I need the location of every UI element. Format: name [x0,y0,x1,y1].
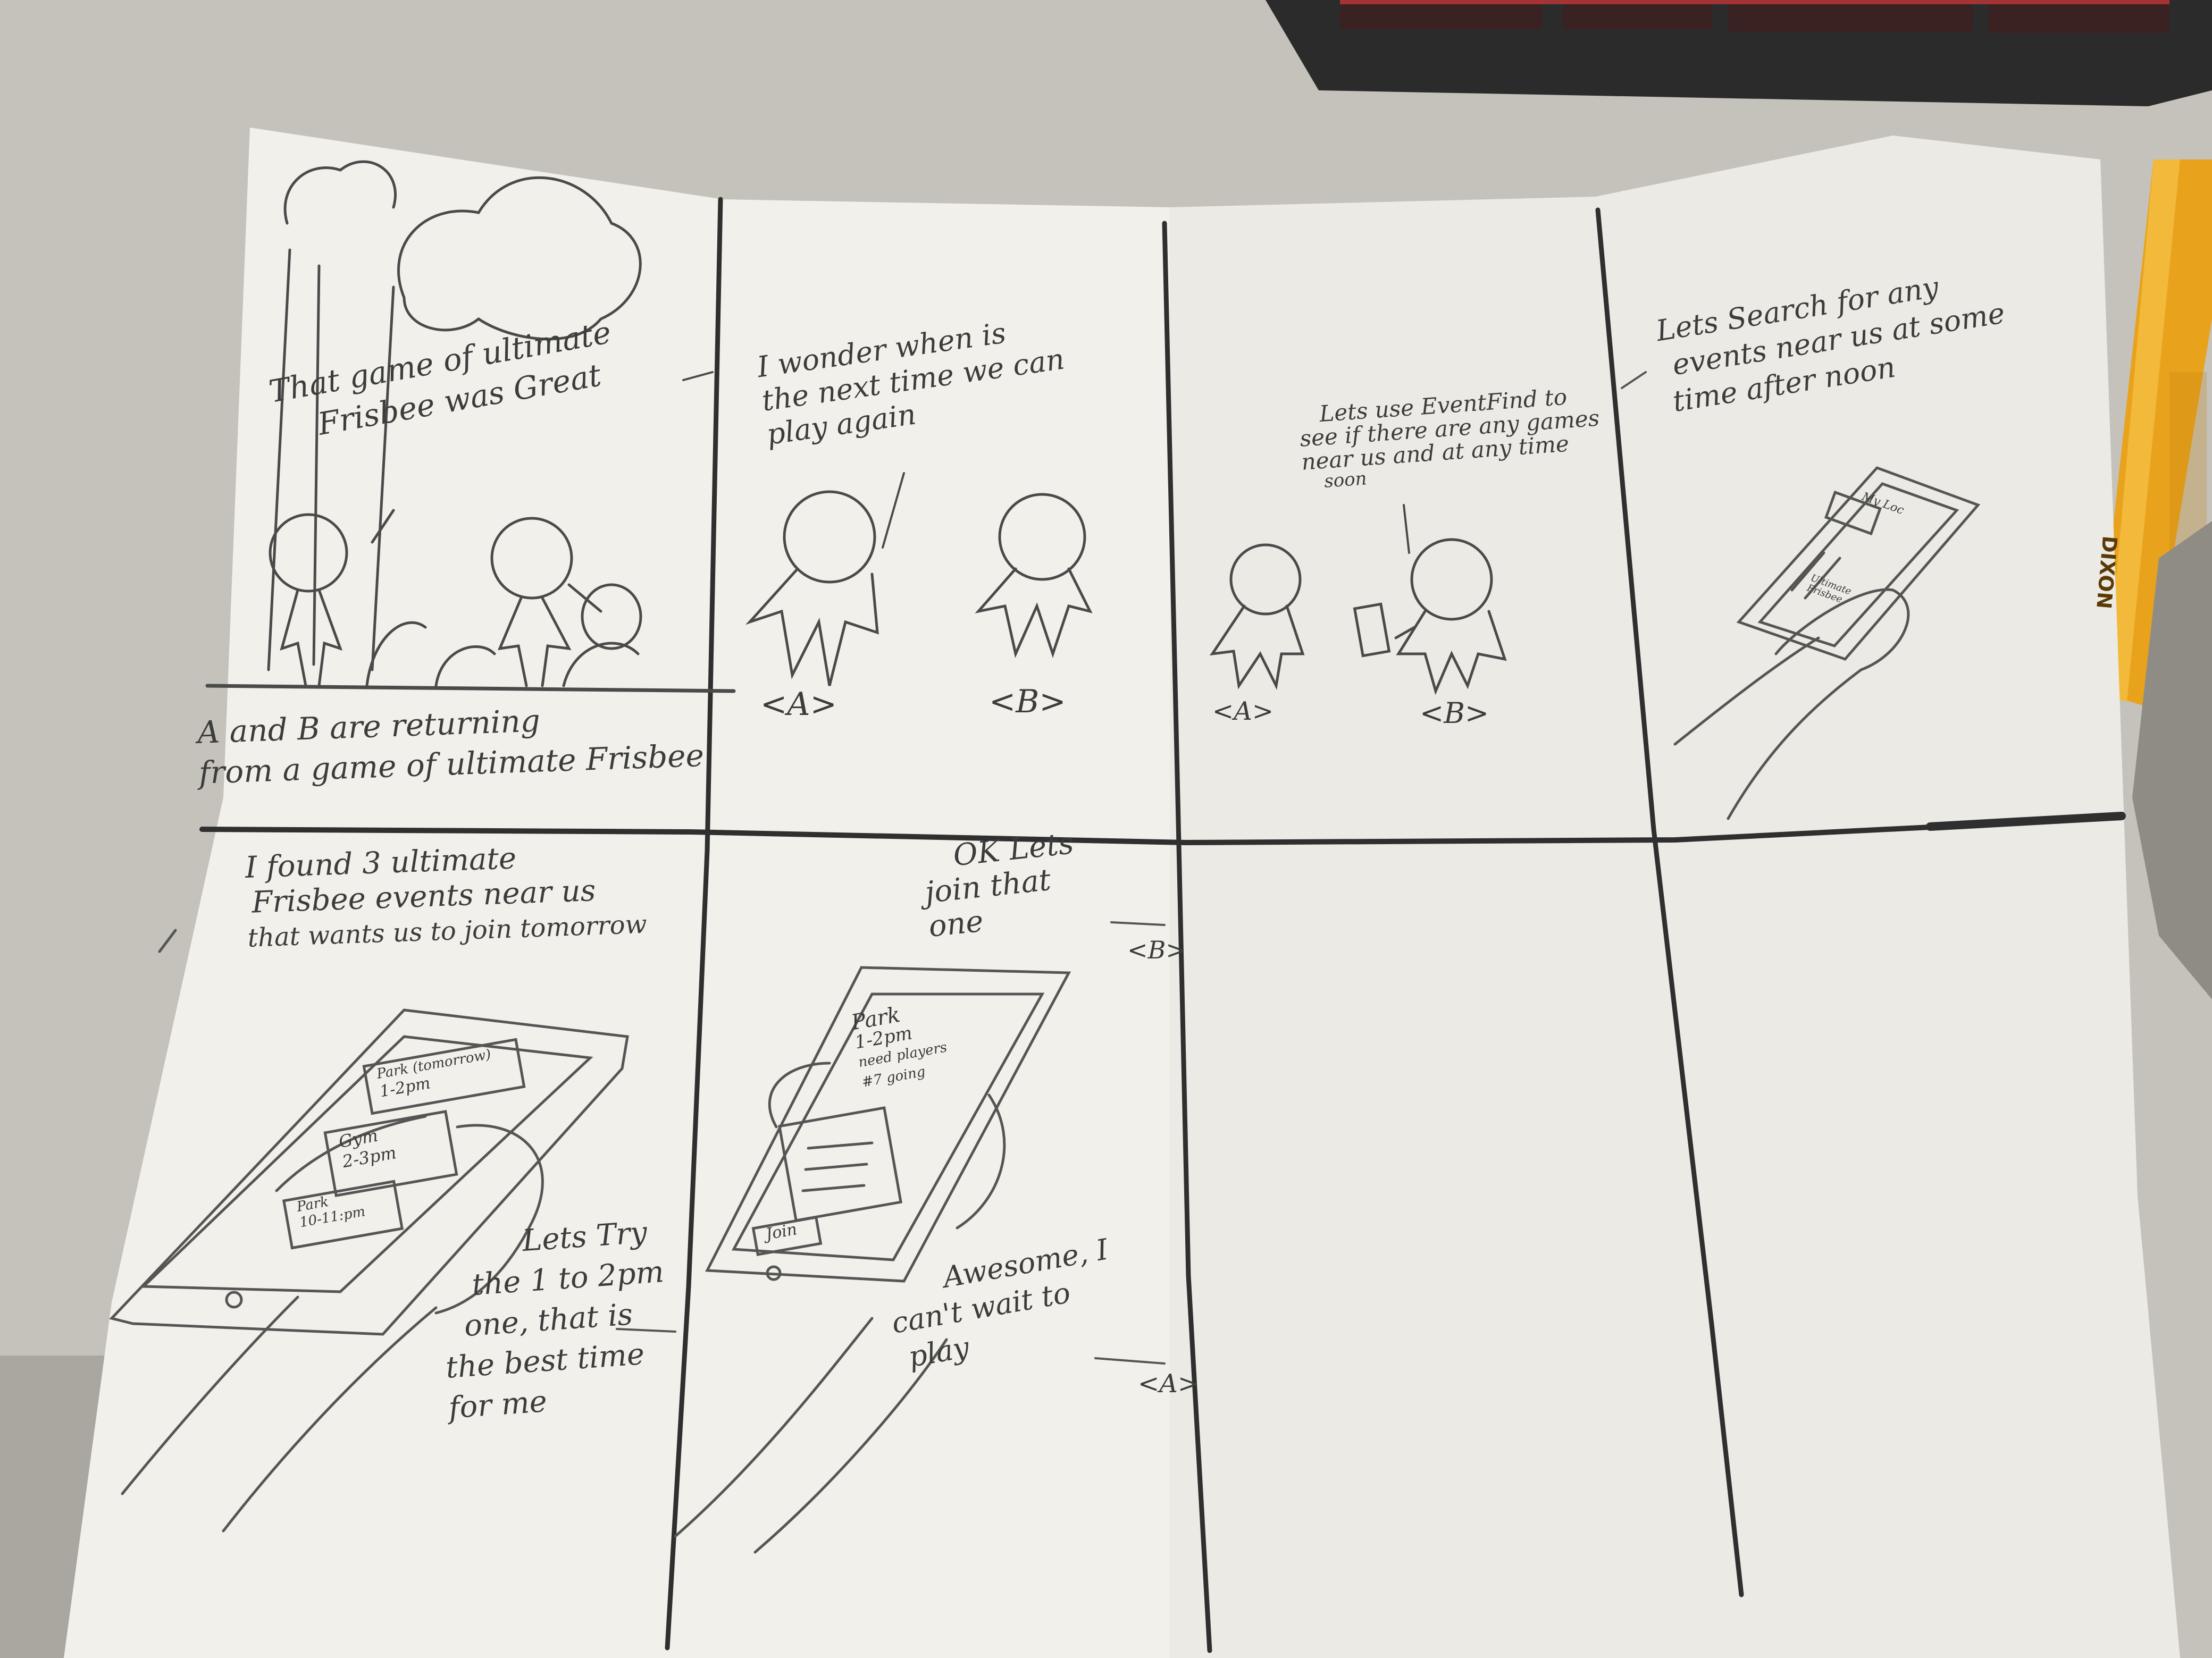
speaker-label-a: <A> [1212,696,1274,726]
speaker-label-a: <A> [760,686,837,723]
speaker-label-b: <B> [1420,696,1489,730]
speaker-label-b: <B> [1127,936,1186,964]
speaker-label-b: <B> [989,683,1066,720]
speaker-label-a: <A> [1138,1369,1200,1399]
phone-6-event-details: Park 1-2pm need players #7 going [849,998,952,1093]
panel-6-dialogue: OK Lets join that one [920,826,1083,944]
panel-5-reply: Lets Try the 1 to 2pm one, that is the b… [425,1211,674,1429]
panel-5-dialogue: I found 3 ultimate Frisbee events near u… [245,837,648,956]
keyboard [1266,0,2212,106]
photo-scene [0,0,2212,1658]
